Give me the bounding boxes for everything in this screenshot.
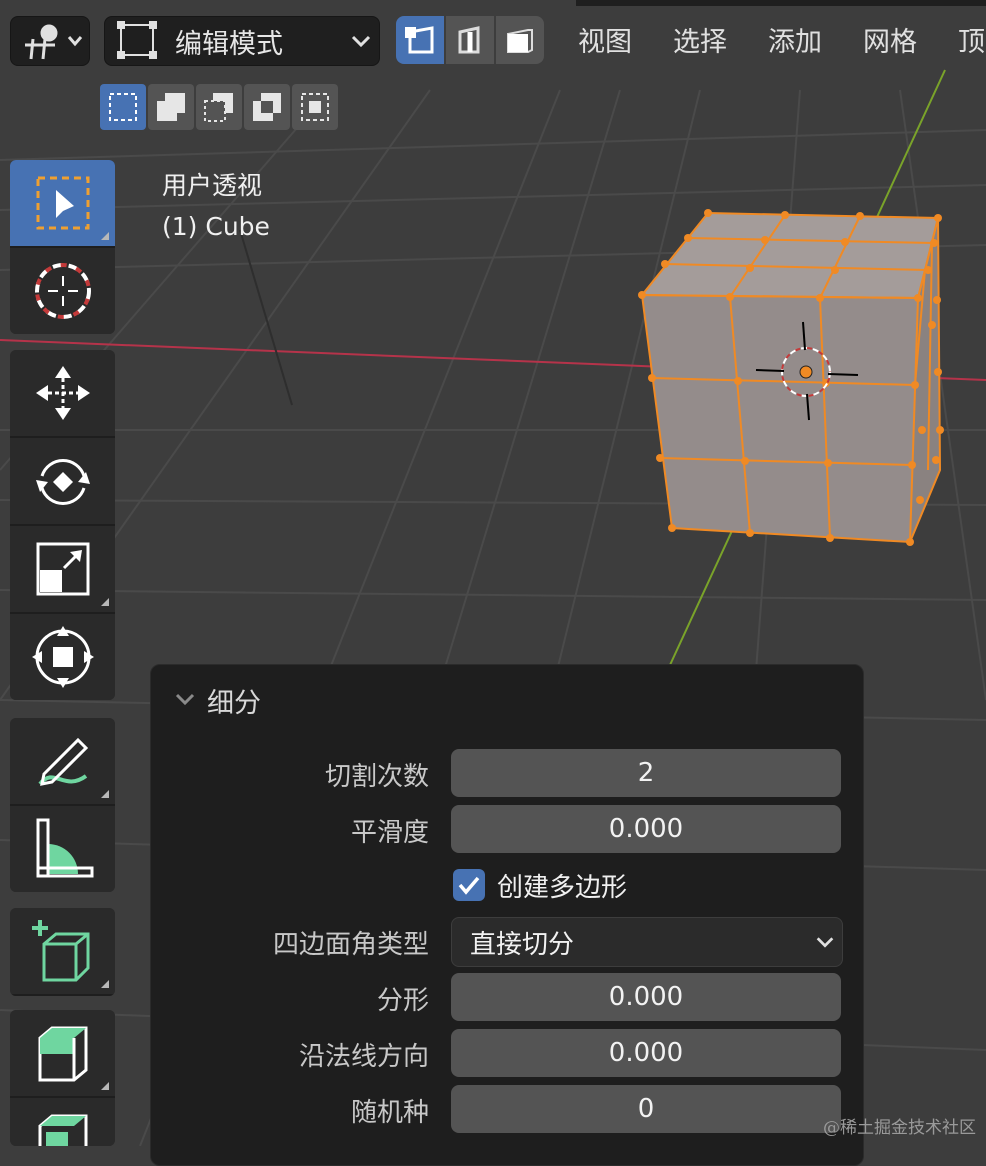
watermark: @稀土掘金技术社区 — [823, 1118, 976, 1138]
annotate-icon — [37, 737, 88, 786]
select-box-tool[interactable] — [10, 160, 115, 248]
measure-tool[interactable] — [10, 806, 115, 892]
transform-tool[interactable] — [10, 614, 115, 700]
tool-more-indicator — [101, 1082, 109, 1090]
subdivided-cube[interactable] — [638, 209, 944, 546]
header-top-divider — [576, 0, 986, 6]
select-invert-icon — [253, 93, 281, 121]
random-seed-field[interactable]: 0 — [451, 1085, 841, 1133]
toolbar-group-select — [10, 160, 115, 334]
number-of-cuts-field[interactable]: 2 — [451, 749, 841, 797]
face-mode-icon — [507, 29, 533, 53]
cursor-icon — [34, 263, 91, 319]
inset-tool[interactable] — [10, 1098, 115, 1146]
select-mode-group — [396, 16, 544, 64]
toolbar-group-annotate — [10, 718, 115, 892]
transform-icon — [31, 626, 94, 688]
tool-more-indicator — [101, 980, 109, 988]
tool-more-indicator — [101, 598, 109, 606]
inset-icon — [38, 1114, 87, 1146]
panel-title: 细分 — [207, 688, 261, 719]
move-icon — [35, 366, 90, 420]
cursor-tool[interactable] — [10, 248, 115, 334]
toolbar-group-mesh — [10, 1010, 115, 1146]
select-new-icon — [109, 93, 137, 121]
along-normal-field[interactable]: 0.000 — [451, 1029, 841, 1077]
rotate-tool[interactable] — [10, 438, 115, 526]
face-select-button[interactable] — [496, 16, 544, 64]
toolbar-group-add — [10, 908, 115, 996]
extrude-tool[interactable] — [10, 1010, 115, 1098]
tool-more-indicator — [101, 790, 109, 798]
object-name-label: (1) Cube — [162, 212, 270, 241]
select-extend-icon — [157, 93, 185, 121]
mode-dropdown[interactable]: 编辑模式 — [104, 16, 380, 66]
checkmark-icon — [458, 876, 480, 895]
smoothness-field[interactable]: 0.000 — [451, 805, 841, 853]
create-ngons-checkbox[interactable] — [453, 869, 485, 901]
select-subtract-icon — [204, 93, 233, 122]
scale-icon — [36, 542, 89, 596]
smoothness-label: 平滑度 — [350, 818, 429, 848]
menu-select[interactable]: 选择 — [673, 20, 727, 59]
random-seed-label: 随机种 — [350, 1098, 429, 1128]
quad-corner-dropdown[interactable]: 直接切分 — [451, 917, 843, 967]
number-of-cuts-label: 切割次数 — [324, 762, 429, 792]
add-cube-icon — [31, 920, 89, 982]
select-intersect-button[interactable] — [292, 84, 338, 130]
create-ngons-label[interactable]: 创建多边形 — [497, 867, 627, 904]
extrude-icon — [38, 1026, 87, 1082]
quad-corner-label: 四边面角类型 — [272, 930, 429, 960]
select-box-icon — [36, 176, 89, 230]
view-name-label: 用户透视 — [162, 171, 263, 200]
mode-label: 编辑模式 — [175, 28, 283, 60]
toolbar-group-transform — [10, 350, 115, 700]
edge-select-button[interactable] — [446, 16, 494, 64]
annotate-tool[interactable] — [10, 718, 115, 806]
edit-mode-icon — [117, 21, 157, 59]
quad-corner-value: 直接切分 — [470, 929, 575, 960]
select-new-button[interactable] — [100, 84, 146, 130]
menu-add[interactable]: 添加 — [768, 20, 822, 59]
add-cube-tool[interactable] — [10, 908, 115, 996]
menu-mesh[interactable]: 网格 — [863, 20, 917, 59]
vertex-mode-icon — [405, 26, 434, 54]
collapse-chevron-icon[interactable] — [173, 687, 197, 711]
rotate-icon — [35, 459, 90, 505]
menu-vertex[interactable]: 顶 — [958, 20, 985, 59]
box-select-mode-group — [100, 84, 340, 132]
tool-more-indicator — [101, 232, 109, 240]
subdivide-operator-panel: 细分 切割次数 2 平滑度 0.000 创建多边形 四边面角类型 直接切分 分形… — [150, 664, 864, 1166]
chevron-down-icon — [816, 937, 834, 948]
along-normal-label: 沿法线方向 — [298, 1042, 429, 1072]
scale-tool[interactable] — [10, 526, 115, 614]
edge-mode-icon — [458, 26, 480, 54]
measure-icon — [36, 818, 93, 878]
vertex-select-button[interactable] — [396, 16, 444, 64]
select-invert-button[interactable] — [244, 84, 290, 130]
select-extend-button[interactable] — [148, 84, 194, 130]
chevron-down-icon — [351, 35, 371, 48]
select-subtract-button[interactable] — [196, 84, 242, 130]
move-tool[interactable] — [10, 350, 115, 438]
menu-view[interactable]: 视图 — [578, 20, 632, 59]
editor-type-icon — [25, 24, 83, 60]
editor-type-button[interactable] — [10, 16, 90, 66]
fractal-field[interactable]: 0.000 — [451, 973, 841, 1021]
fractal-label: 分形 — [376, 986, 429, 1016]
select-intersect-icon — [301, 93, 329, 121]
